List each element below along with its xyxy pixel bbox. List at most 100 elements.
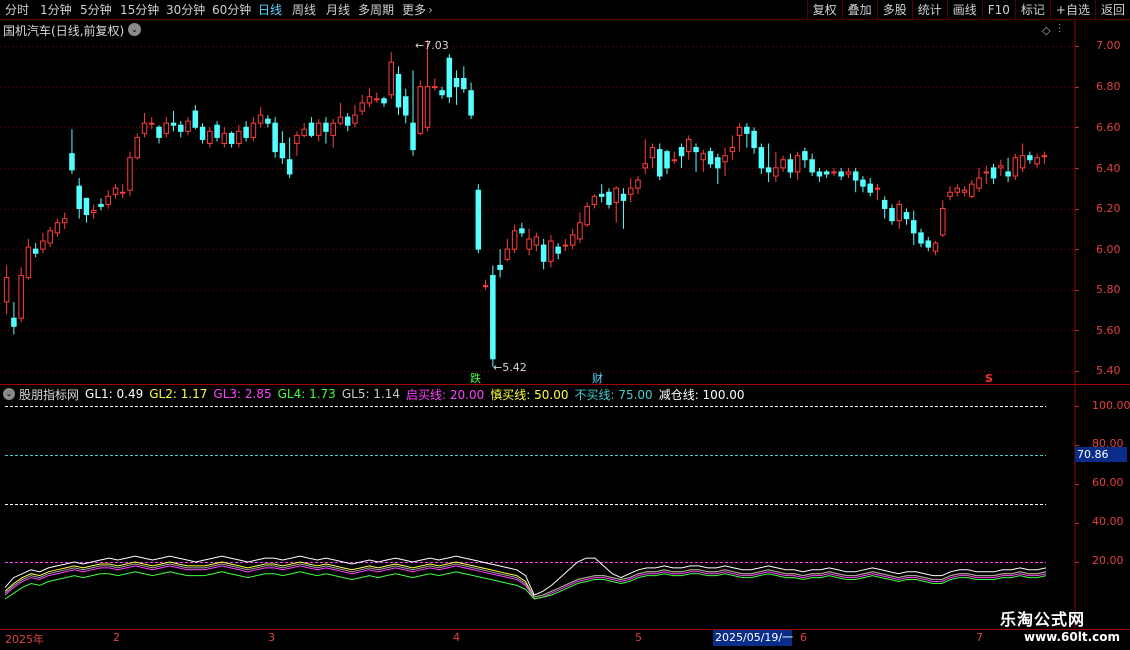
candle-body (475, 189, 482, 250)
candle-body (990, 167, 997, 179)
candle-body (410, 122, 416, 151)
indicator-current-value: 70.86 (1075, 447, 1127, 462)
indicator-tick: 60.00 (1092, 476, 1124, 489)
candle-body (642, 163, 648, 169)
candle-body (577, 222, 583, 240)
candle-body (243, 126, 249, 138)
candle-body (323, 122, 329, 132)
grip-icon[interactable]: ⫶ (1058, 22, 1061, 37)
stock-mode: (日线,前复权) (51, 24, 125, 38)
candle-body (671, 159, 678, 162)
candle-body (845, 171, 852, 175)
candle-body (344, 116, 351, 126)
candle-body (352, 114, 358, 124)
candle-body (932, 242, 939, 252)
candle-body (90, 210, 97, 214)
price-tick: 6.60 (1096, 121, 1121, 134)
event-finance-marker[interactable]: 财 (592, 370, 603, 386)
candle-body (722, 155, 728, 163)
candle-body (417, 86, 424, 134)
event-drop-marker[interactable]: 跌 (470, 370, 481, 386)
stock-name: 国机汽车 (3, 24, 52, 38)
candle-body (780, 159, 786, 169)
indicator-tick: 40.00 (1092, 515, 1124, 528)
chevron-down-icon[interactable]: ⌄ (3, 388, 15, 400)
candle-body (265, 118, 271, 124)
candle-body (359, 102, 365, 112)
candle-body (918, 232, 924, 244)
candle-body (584, 205, 590, 226)
candle-body (526, 238, 532, 250)
candle-body (163, 122, 170, 134)
stock-chart[interactable] (0, 0, 1130, 650)
candle-body (809, 159, 815, 173)
low-price-label: ←5.42 (493, 361, 527, 374)
candle-body (178, 124, 184, 132)
candle-body (83, 197, 90, 216)
candle-body (98, 203, 104, 207)
candle-body (272, 122, 278, 153)
candle-body (1027, 155, 1033, 161)
candle-body (18, 275, 24, 319)
candle-body (236, 130, 242, 144)
candle-body (366, 96, 373, 104)
candle-body (127, 157, 133, 191)
candle-body (700, 153, 707, 161)
candle-body (548, 240, 554, 262)
candle-body (192, 110, 199, 128)
candle-body (497, 264, 503, 270)
candle-body (555, 246, 561, 254)
candle-body (874, 187, 881, 190)
candle-body (715, 157, 721, 169)
candle-body (432, 86, 438, 89)
date-tick: 6 (800, 631, 807, 644)
candle-body (373, 98, 380, 101)
chevron-down-icon[interactable]: ⌄ (128, 23, 141, 36)
candle-body (664, 151, 670, 169)
param-careful-buy: 慎买线: 50.00 (490, 387, 569, 402)
date-tick: 2 (113, 631, 120, 644)
candle-body (207, 130, 213, 144)
candle-body (214, 124, 220, 138)
candle-body (294, 134, 300, 144)
candle-body (794, 155, 801, 173)
candle-body (896, 203, 902, 222)
candle-body (983, 171, 990, 174)
candle-body (852, 171, 859, 181)
candle-body (424, 86, 431, 128)
candle-body (519, 228, 525, 234)
indicator-name[interactable]: 股朋指标网 (19, 386, 79, 403)
candle-body (1041, 155, 1048, 158)
indicator-line-gl5 (4, 563, 1047, 598)
diamond-icon[interactable]: ◇ (1042, 24, 1050, 37)
candle-body (765, 167, 772, 173)
candle-body (729, 147, 736, 153)
candle-body (969, 183, 975, 197)
candle-body (903, 212, 910, 220)
param-gl5: GL5: 1.14 (341, 387, 401, 401)
candle-body (693, 147, 699, 153)
date-tick: 5 (635, 631, 642, 644)
candle-body (838, 171, 844, 177)
candle-body (61, 218, 68, 224)
candle-body (453, 78, 460, 88)
candle-body (185, 120, 191, 132)
candle-body (860, 179, 866, 187)
candle-body (170, 122, 177, 126)
candle-body (627, 187, 634, 195)
candle-body (613, 187, 619, 203)
candle-body (54, 222, 61, 234)
candle-body (112, 187, 119, 195)
candle-body (867, 183, 873, 193)
event-sell-marker[interactable]: S (985, 372, 993, 385)
candle-body (635, 179, 641, 189)
candle-body (881, 199, 888, 209)
candle-body (686, 138, 692, 153)
candle-body (279, 143, 286, 159)
high-price-label: ←7.03 (415, 39, 449, 52)
date-tick: 3 (268, 631, 275, 644)
candle-body (910, 220, 917, 234)
date-tick: 2025年 (5, 633, 44, 646)
candle-body (816, 171, 823, 177)
price-tick: 6.00 (1096, 243, 1121, 256)
